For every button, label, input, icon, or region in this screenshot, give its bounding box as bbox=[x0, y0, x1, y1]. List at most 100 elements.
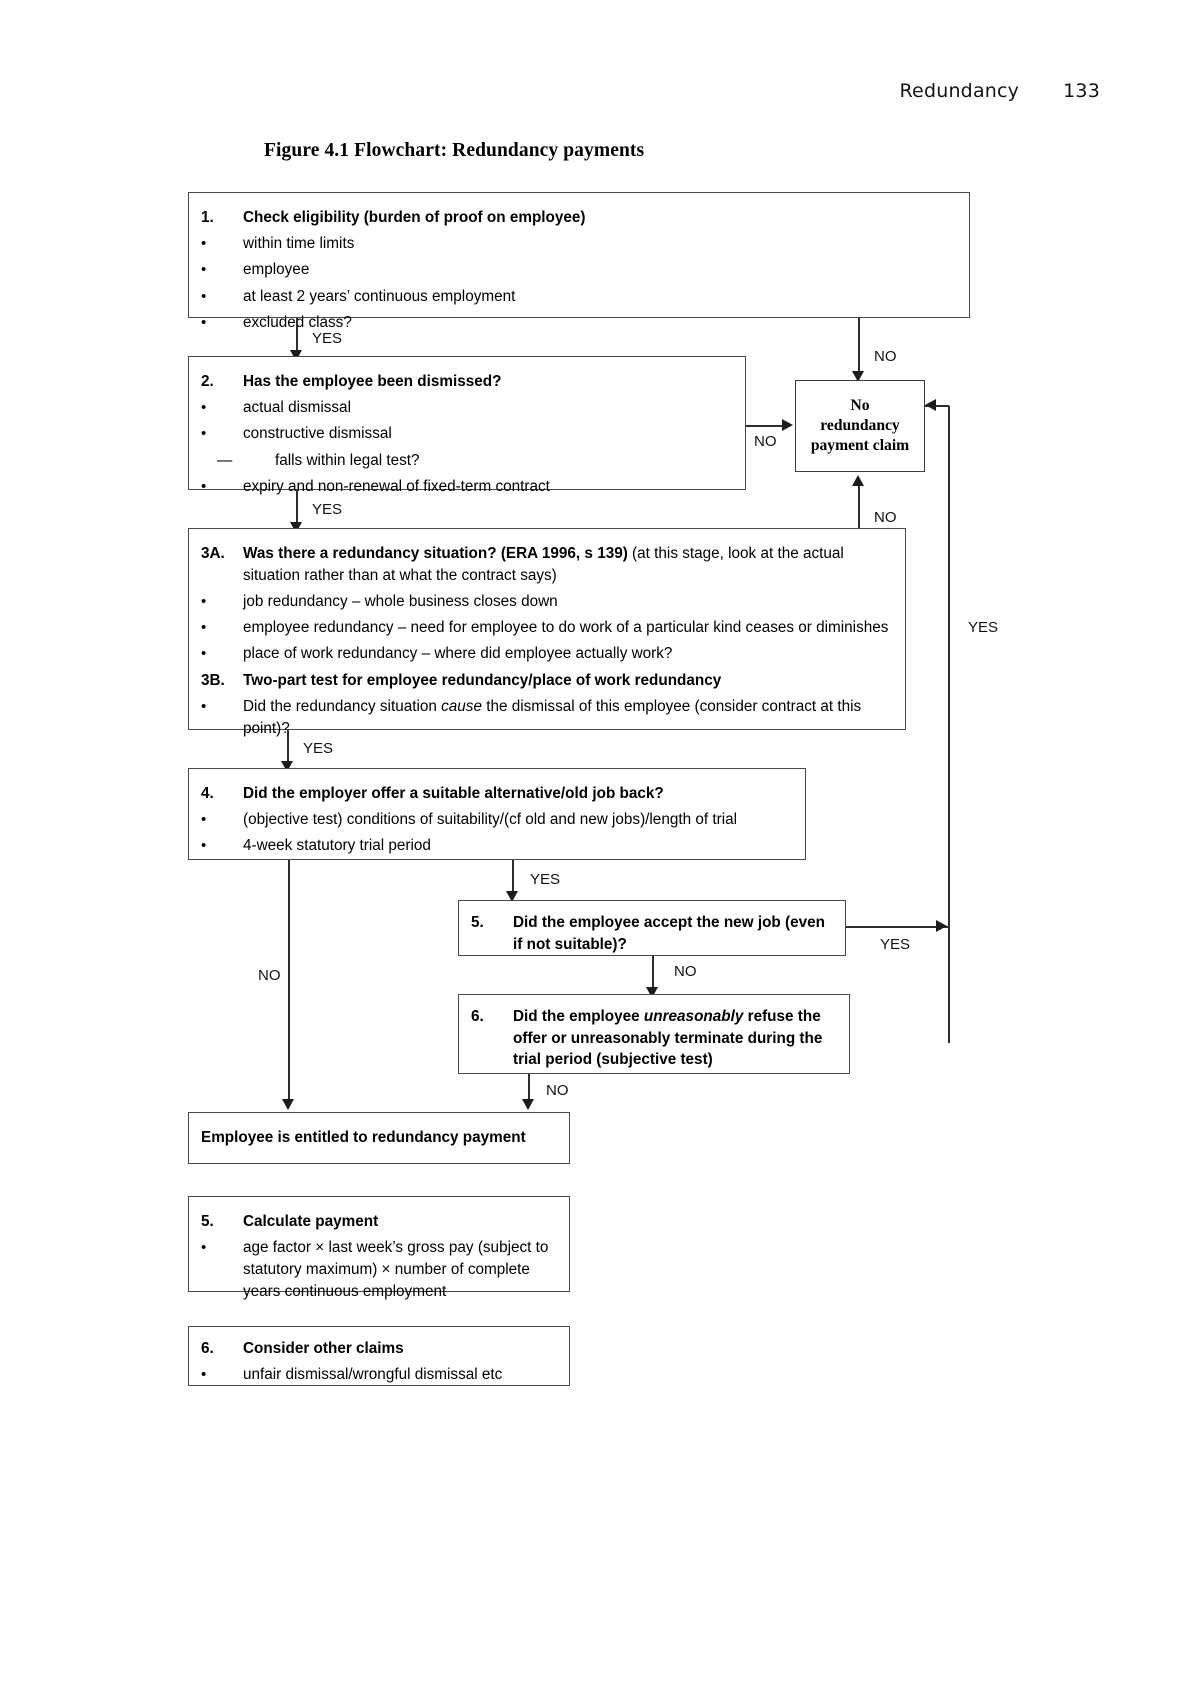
bullet-icon: • bbox=[201, 1239, 207, 1257]
step3a-bullet-1: job redundancy – whole business closes d… bbox=[243, 592, 558, 610]
edge-label-no-1-claim: NO bbox=[874, 348, 897, 365]
step6-refuse-heading: Did the employee unreasonably refuse the… bbox=[513, 1006, 837, 1071]
step2-subdash: falls within legal test? bbox=[275, 451, 420, 469]
step6-other-number: 6. bbox=[201, 1340, 214, 1357]
edge-4-to-entitled-line bbox=[288, 860, 290, 1102]
step4-heading-row: 4. Did the employer offer a suitable alt… bbox=[201, 783, 793, 805]
list-item: • at least 2 years’ continuous employmen… bbox=[201, 286, 957, 308]
bullet-icon: • bbox=[201, 592, 207, 610]
step4-number: 4. bbox=[201, 785, 214, 802]
edge-label-no-5-6: NO bbox=[674, 963, 697, 980]
edge-label-yes-4-5: YES bbox=[530, 871, 561, 888]
edge-4-to-entitled-arrowhead bbox=[282, 1099, 294, 1110]
step4-bullet-2: 4-week statutory trial period bbox=[243, 837, 431, 855]
step5-calc-bullet: age factor × last week’s gross pay (subj… bbox=[243, 1239, 549, 1300]
box-step-6-other-claims: 6. Consider other claims • unfair dismis… bbox=[188, 1326, 570, 1386]
edge-1-to-noclaim-line bbox=[858, 318, 860, 376]
list-item: • expiry and non-renewal of fixed-term c… bbox=[201, 476, 733, 498]
step3b-number: 3B. bbox=[201, 671, 225, 689]
edge-2-to-noclaim-arrowhead bbox=[782, 419, 793, 431]
edge-6-to-entitled-line bbox=[528, 1074, 530, 1102]
step3b-bullet-pre: Did the redundancy situation bbox=[243, 697, 442, 715]
step6-refuse-pre: Did the employee bbox=[513, 1008, 644, 1025]
list-item: • actual dismissal bbox=[201, 397, 733, 419]
bullet-icon: • bbox=[201, 425, 207, 443]
running-head-chapter: Redundancy bbox=[899, 80, 1020, 102]
step3a-bullet-2: employee redundancy – need for employee … bbox=[243, 619, 889, 637]
list-item: • unfair dismissal/wrongful dismissal et… bbox=[201, 1364, 557, 1386]
edge-5-to-rail-line bbox=[846, 926, 948, 928]
box-entitled: Employee is entitled to redundancy payme… bbox=[188, 1112, 570, 1164]
bullet-icon: • bbox=[201, 477, 207, 495]
list-item: • (objective test) conditions of suitabi… bbox=[201, 809, 793, 831]
box-step-3: 3A. Was there a redundancy situation? (E… bbox=[188, 528, 906, 737]
box-step-4: 4. Did the employer offer a suitable alt… bbox=[188, 768, 806, 860]
step1-bullet-2: employee bbox=[243, 261, 310, 279]
step3b-bullet-italic: cause bbox=[441, 697, 482, 715]
entitled-text: Employee is entitled to redundancy payme… bbox=[201, 1129, 526, 1147]
step5-accept-heading: Did the employee accept the new job (eve… bbox=[513, 914, 825, 953]
list-item: • job redundancy – whole business closes… bbox=[201, 591, 893, 613]
step5-calc-number: 5. bbox=[201, 1213, 214, 1230]
step6-refuse-italic: unreasonably bbox=[643, 1008, 744, 1025]
list-item: • age factor × last week’s gross pay (su… bbox=[201, 1237, 557, 1302]
step1-heading: Check eligibility (burden of proof on em… bbox=[243, 209, 586, 226]
edge-3-to-4-line bbox=[287, 730, 289, 764]
step1-bullet-3: at least 2 years’ continuous employment bbox=[243, 287, 516, 305]
step3b-bullet: Did the redundancy situation cause the d… bbox=[243, 696, 893, 739]
step3a-bullet-3: place of work redundancy – where did emp… bbox=[243, 645, 673, 663]
step6-refuse-number: 6. bbox=[471, 1008, 484, 1025]
step3b-heading: Two-part test for employee redundancy/pl… bbox=[243, 671, 722, 689]
bullet-icon: • bbox=[201, 837, 207, 855]
box-no-redundancy-payment-claim: No redundancy payment claim bbox=[795, 380, 925, 472]
step1-bullet-1: within time limits bbox=[243, 235, 355, 253]
step3a-heading-row: 3A. Was there a redundancy situation? (E… bbox=[201, 543, 893, 586]
step6-other-bullet: unfair dismissal/wrongful dismissal etc bbox=[243, 1366, 503, 1384]
list-item: • within time limits bbox=[201, 233, 957, 255]
em-dash-icon: — bbox=[217, 451, 233, 469]
edge-6-to-entitled-arrowhead bbox=[522, 1099, 534, 1110]
step2-heading-row: 2. Has the employee been dismissed? bbox=[201, 371, 733, 393]
edge-5-to-rail-arrowhead bbox=[936, 920, 947, 932]
edge-label-yes-right-rail: YES bbox=[968, 619, 999, 636]
no-claim-line-2: redundancy bbox=[820, 416, 900, 434]
bullet-icon: • bbox=[201, 811, 207, 829]
step3a-heading-bold: Was there a redundancy situation? (ERA 1… bbox=[243, 545, 628, 562]
edge-label-yes-2-3: YES bbox=[312, 501, 343, 518]
no-claim-line-3: payment claim bbox=[810, 437, 910, 455]
bullet-icon: • bbox=[201, 697, 207, 715]
page-number: 133 bbox=[1063, 80, 1100, 102]
step3b-heading-row: 3B. Two-part test for employee redundanc… bbox=[201, 670, 893, 692]
list-item: • employee redundancy – need for employe… bbox=[201, 617, 893, 639]
edge-4-to-5-line bbox=[512, 860, 514, 894]
edge-label-no-2-claim: NO bbox=[754, 433, 777, 450]
edge-1-to-2-line bbox=[296, 318, 298, 352]
box-step-5-accept: 5. Did the employee accept the new job (… bbox=[458, 900, 846, 956]
edge-label-no-3-claim: NO bbox=[874, 509, 897, 526]
step5-accept-heading-row: 5. Did the employee accept the new job (… bbox=[471, 912, 833, 955]
step4-bullet-1: (objective test) conditions of suitabili… bbox=[243, 811, 737, 829]
no-claim-line-1: No bbox=[850, 396, 870, 414]
step2-number: 2. bbox=[201, 373, 214, 390]
step2-bullet-2: constructive dismissal bbox=[243, 425, 392, 443]
edge-label-yes-5-claim: YES bbox=[880, 936, 911, 953]
step3a-number: 3A. bbox=[201, 545, 225, 562]
right-rail-vertical bbox=[948, 406, 950, 1043]
running-head: Redundancy 133 bbox=[900, 80, 1101, 102]
edge-5-to-6-line bbox=[652, 956, 654, 990]
edge-2-to-noclaim-line bbox=[746, 425, 784, 427]
list-item: • 4-week statutory trial period bbox=[201, 835, 793, 857]
edge-label-yes-1-2: YES bbox=[312, 330, 343, 347]
step6-other-heading-row: 6. Consider other claims bbox=[201, 1338, 557, 1360]
edge-3-to-noclaim-arrowhead bbox=[852, 475, 864, 486]
step6-refuse-heading-row: 6. Did the employee unreasonably refuse … bbox=[471, 1006, 837, 1071]
bullet-icon: • bbox=[201, 313, 207, 331]
bullet-icon: • bbox=[201, 645, 207, 663]
step1-heading-row: 1. Check eligibility (burden of proof on… bbox=[201, 207, 957, 229]
list-item: • employee bbox=[201, 259, 957, 281]
list-item: • Did the redundancy situation cause the… bbox=[201, 696, 893, 739]
step4-heading: Did the employer offer a suitable altern… bbox=[243, 785, 664, 802]
figure-title: Figure 4.1 Flowchart: Redundancy payment… bbox=[264, 140, 645, 161]
step6-other-heading: Consider other claims bbox=[243, 1340, 404, 1357]
step1-number: 1. bbox=[201, 209, 214, 226]
